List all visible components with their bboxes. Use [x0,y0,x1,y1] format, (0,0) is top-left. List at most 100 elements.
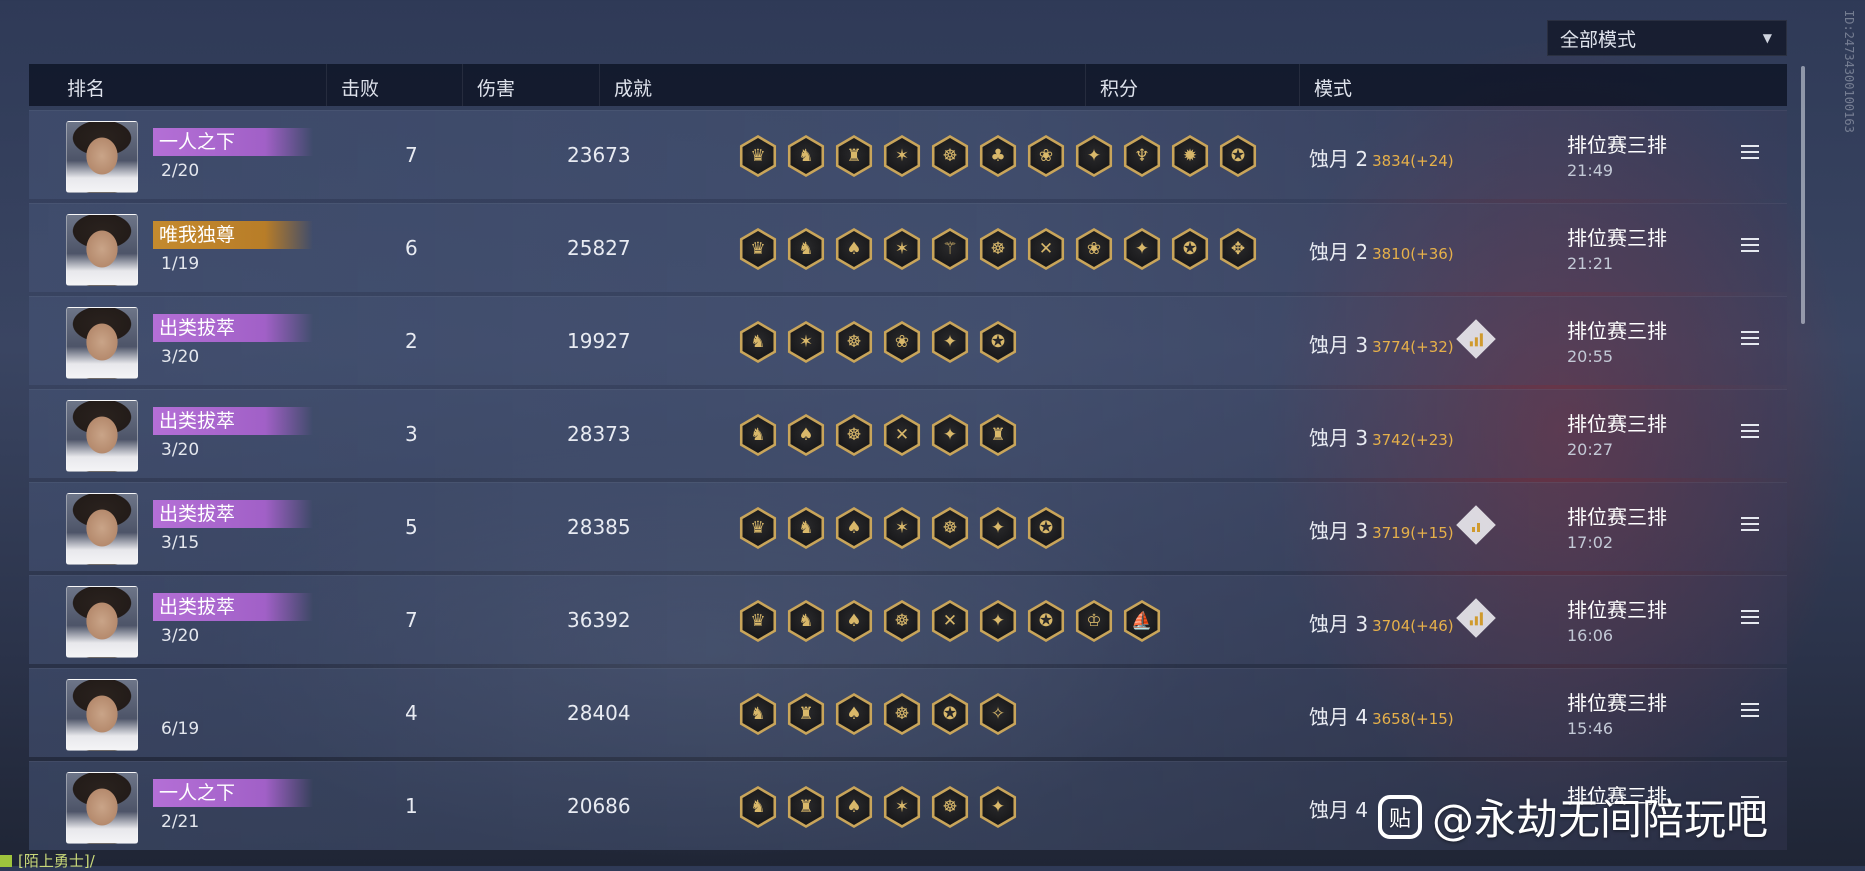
achievement-badge-icon[interactable]: ♜ [835,135,873,177]
achievement-badge-icon[interactable]: ☸ [931,135,969,177]
table-row[interactable]: 出类拔萃 3/20 2 19927 ♞ ✶ ☸ ❀ ✦ ✪ 蚀月 3 3774(+32) 排位赛三排 20… [29,296,1787,385]
achievement-badge-icon[interactable]: ✕ [1027,228,1065,270]
table-row[interactable]: 6/19 4 28404 ♞ ♜ ♠ ☸ ✪ ✧ 蚀月 4 3658(+15) 排位赛三排 15:46 [29,668,1787,757]
score-cell: 蚀月 3 3742(+23) [1309,422,1454,451]
damage-value: 23673 [567,143,631,167]
achievement-badge-icon[interactable]: ☸ [931,786,969,828]
placement-text: 3/20 [161,440,200,460]
achievement-badge-icon[interactable]: ♔ [1075,600,1113,642]
table-row[interactable]: 出类拔萃 3/20 3 28373 ♞ ♠ ☸ ✕ ✦ ♜ 蚀月 3 3742(+23) 排位赛三排 20… [29,389,1787,478]
achievement-badge-icon[interactable]: ♛ [739,228,777,270]
damage-value: 28373 [567,422,631,446]
achievement-badge-icon[interactable]: ✪ [1171,228,1209,270]
achievement-badge-icon[interactable]: ♠ [835,786,873,828]
achievement-badge-icon[interactable]: ✪ [979,321,1017,363]
kills-value: 4 [405,701,418,725]
achievement-badge-icon[interactable]: ✦ [931,321,969,363]
details-menu-icon[interactable] [1741,610,1759,628]
achievement-badge-icon[interactable]: ✶ [883,507,921,549]
achievement-badge-icon[interactable]: ✦ [979,600,1017,642]
details-menu-icon[interactable] [1741,145,1759,163]
achievement-badge-icon[interactable]: ♞ [739,693,777,735]
achievement-badge-icon[interactable]: ♜ [979,414,1017,456]
table-row[interactable]: 出类拔萃 3/15 5 28385 ♛ ♞ ♠ ✶ ☸ ✦ ✪ 蚀月 3 3719(+15) 排位赛三排 1… [29,482,1787,571]
details-menu-icon[interactable] [1741,703,1759,721]
achievement-badge-icon[interactable]: ✶ [883,135,921,177]
kills-value: 6 [405,236,418,260]
achievement-badge-icon[interactable]: ♞ [739,786,777,828]
mode-text: 排位赛三排 [1567,226,1667,250]
achievement-badge-icon[interactable]: ✪ [931,693,969,735]
achievement-badge-icon[interactable]: ♜ [787,786,825,828]
achievement-badge-icon[interactable]: ♞ [787,228,825,270]
achievement-badge-icon[interactable]: ❀ [1075,228,1113,270]
achievement-badge-icon[interactable]: ☸ [931,507,969,549]
achievement-badge-icon[interactable]: ♞ [787,600,825,642]
achievement-badge-icon[interactable]: ✦ [931,414,969,456]
table-row[interactable]: 出类拔萃 3/20 7 36392 ♛ ♞ ♠ ☸ ✕ ✦ ✪ ♔ ⛵ 蚀月 3 3704(+46) 排位赛三… [29,575,1787,664]
achievement-badge-icon[interactable]: ☸ [835,414,873,456]
rank-rise-icon [1456,598,1496,638]
achievement-badge-icon[interactable]: ♞ [787,507,825,549]
table-row[interactable]: 唯我独尊 1/19 6 25827 ♛ ♞ ♠ ✶ ⚚ ☸ ✕ ❀ ✦ ✪ ✥ 蚀月 2 3810(+36) 排位… [29,203,1787,292]
achievement-badge-icon[interactable]: ✦ [1075,135,1113,177]
achievement-badge-icon[interactable]: ♛ [739,135,777,177]
details-menu-icon[interactable] [1741,331,1759,349]
achievement-badge-icon[interactable]: ♞ [739,414,777,456]
achievement-badge-icon[interactable]: ♛ [739,507,777,549]
achievement-badge-icon[interactable]: ♣ [979,135,1017,177]
achievement-badge-icon[interactable]: ☸ [883,600,921,642]
details-menu-icon[interactable] [1741,238,1759,256]
achievement-badge-icon[interactable]: ♠ [787,414,825,456]
achievement-list: ♞ ♠ ☸ ✕ ✦ ♜ [737,414,1019,456]
achievement-badge-icon[interactable]: ♠ [835,600,873,642]
achievement-badge-icon[interactable]: ✶ [883,228,921,270]
player-avatar [66,121,138,193]
achievement-badge-icon[interactable]: ☸ [835,321,873,363]
achievement-badge-icon[interactable]: ♜ [787,693,825,735]
header-mode: 模式 [1314,78,1353,100]
achievement-badge-icon[interactable]: ♆ [1123,135,1161,177]
kills-value: 2 [405,329,418,353]
achievement-badge-icon[interactable]: ☸ [883,693,921,735]
player-avatar [66,679,138,751]
achievement-badge-icon[interactable]: ♠ [835,228,873,270]
achievement-badge-icon[interactable]: ♞ [739,321,777,363]
achievement-badge-icon[interactable]: ✪ [1027,507,1065,549]
chat-text: [陌上勇士]/ [18,852,95,870]
achievement-badge-icon[interactable]: ✥ [1219,228,1257,270]
points-text: 3742(+23) [1372,431,1454,449]
achievement-badge-icon[interactable]: ♠ [835,507,873,549]
mode-filter-dropdown[interactable]: 全部模式 ▼ [1547,20,1787,56]
achievement-badge-icon[interactable]: ✕ [883,414,921,456]
achievement-badge-icon[interactable]: ✦ [979,786,1017,828]
table-row[interactable]: 一人之下 2/20 7 23673 ♛ ♞ ♜ ✶ ☸ ♣ ❀ ✦ ♆ ✹ ✪ 蚀月 2 3834(+24) 排位… [29,110,1787,199]
achievement-badge-icon[interactable]: ⚚ [931,228,969,270]
achievement-badge-icon[interactable]: ✦ [1123,228,1161,270]
damage-value: 36392 [567,608,631,632]
achievement-badge-icon[interactable]: ✶ [787,321,825,363]
achievement-list: ♛ ♞ ♠ ✶ ☸ ✦ ✪ [737,507,1067,549]
achievement-badge-icon[interactable]: ✶ [883,786,921,828]
achievement-badge-icon[interactable]: ✕ [931,600,969,642]
achievement-badge-icon[interactable]: ❀ [1027,135,1065,177]
achievement-badge-icon[interactable]: ⛵ [1123,600,1161,642]
achievement-badge-icon[interactable]: ✧ [979,693,1017,735]
tier-text: 蚀月 2 [1309,147,1369,171]
tier-text: 蚀月 4 [1309,798,1369,822]
details-menu-icon[interactable] [1741,424,1759,442]
details-menu-icon[interactable] [1741,517,1759,535]
score-cell: 蚀月 3 3719(+15) [1309,515,1454,544]
achievement-badge-icon[interactable]: ♞ [787,135,825,177]
tier-text: 蚀月 3 [1309,612,1369,636]
achievement-badge-icon[interactable]: ✪ [1219,135,1257,177]
achievement-badge-icon[interactable]: ♠ [835,693,873,735]
scrollbar[interactable] [1801,66,1805,324]
achievement-badge-icon[interactable]: ♛ [739,600,777,642]
achievement-badge-icon[interactable]: ✹ [1171,135,1209,177]
achievement-badge-icon[interactable]: ❀ [883,321,921,363]
achievement-badge-icon[interactable]: ✦ [979,507,1017,549]
achievement-badge-icon[interactable]: ✪ [1027,600,1065,642]
achievement-badge-icon[interactable]: ☸ [979,228,1017,270]
chevron-down-icon: ▼ [1762,31,1772,45]
